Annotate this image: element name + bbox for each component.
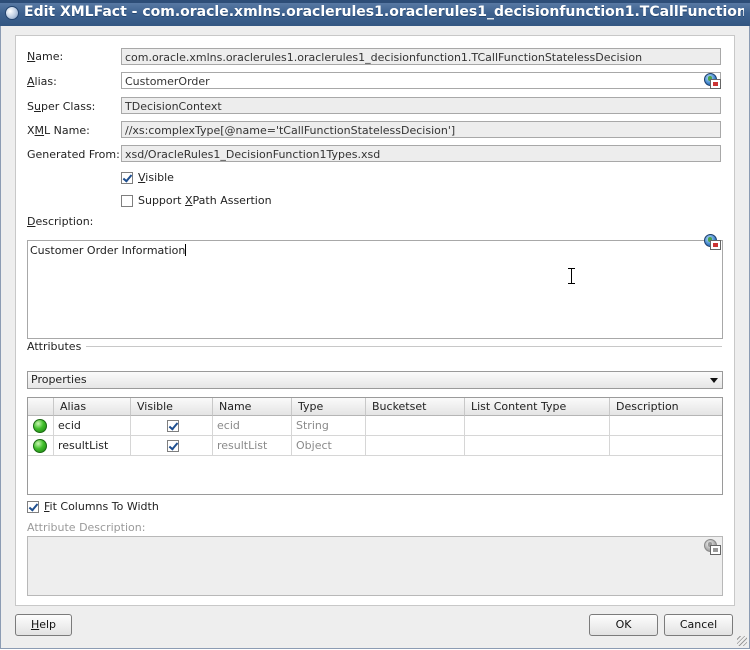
status-ok-icon <box>33 439 47 453</box>
column-header-name[interactable]: Name <box>213 398 292 416</box>
text-caret <box>185 244 187 256</box>
description-label-text: escription: <box>35 215 94 228</box>
column-header-description[interactable]: Description <box>610 398 722 416</box>
description-translate-icon[interactable] <box>704 234 721 250</box>
xpath-label[interactable]: Support XPath Assertion <box>138 194 272 207</box>
attribute-description-label: Attribute Description: <box>27 521 146 534</box>
chevron-down-icon[interactable] <box>710 378 718 383</box>
table-cell-description[interactable] <box>610 436 722 456</box>
table-cell-bucketset[interactable] <box>366 436 465 456</box>
xpath-checkbox[interactable] <box>121 195 133 207</box>
table-cell-visible <box>131 416 213 436</box>
table-cell-bucketset[interactable] <box>366 416 465 436</box>
column-header-visible[interactable]: Visible <box>131 398 213 416</box>
xml-name-field[interactable]: //xs:complexType[@name='tCallFunctionSta… <box>121 121 721 138</box>
resize-grip-icon[interactable] <box>737 636 747 646</box>
fit-columns-checkbox[interactable] <box>27 501 39 513</box>
attribute-description-translate-icon <box>704 539 721 555</box>
visible-checkbox[interactable] <box>121 172 133 184</box>
super-class-label: Super Class: <box>27 100 96 113</box>
attributes-table: Alias Visible Name Type Bucketset List C… <box>27 397 723 495</box>
attribute-description-area <box>27 536 723 596</box>
table-cell-list-content-type[interactable] <box>465 436 610 456</box>
fit-columns-label-text: it Columns To Width <box>49 500 159 513</box>
alias-field[interactable]: CustomerOrder <box>121 72 721 89</box>
name-label: Name: <box>27 50 64 63</box>
column-header-list-content-type[interactable]: List Content Type <box>465 398 610 416</box>
table-cell-visible <box>131 436 213 456</box>
table-cell-type: Object <box>292 436 366 456</box>
row-visible-checkbox[interactable] <box>167 420 179 432</box>
description-text: Customer Order Information <box>30 244 186 257</box>
table-cell-alias[interactable]: ecid <box>54 416 131 436</box>
window-title: Edit XMLFact - com.oracle.xmlns.oracleru… <box>24 4 744 20</box>
table-row-status <box>28 436 54 456</box>
attributes-section-label: Attributes <box>27 340 82 353</box>
title-bar-strip <box>0 0 750 3</box>
dialog-body: Name: com.oracle.xmlns.oraclerules1.orac… <box>0 26 750 649</box>
column-header-type[interactable]: Type <box>292 398 366 416</box>
help-button[interactable]: Help <box>15 614 72 636</box>
table-cell-name: resultList <box>213 436 292 456</box>
dropdown-value: Properties <box>31 373 87 386</box>
name-label-text: ame: <box>35 50 64 63</box>
generated-from-label: Generated From: <box>27 148 120 161</box>
help-button-text: elp <box>39 618 57 631</box>
window-menu-icon[interactable] <box>5 6 19 20</box>
description-label: Description: <box>27 215 94 228</box>
status-ok-icon <box>33 419 47 433</box>
table-cell-description[interactable] <box>610 416 722 436</box>
fit-columns-label[interactable]: Fit Columns To Width <box>44 500 159 513</box>
table-cell-alias[interactable]: resultList <box>54 436 131 456</box>
ibeam-cursor-icon <box>568 268 576 284</box>
ok-button[interactable]: OK <box>589 614 658 636</box>
xml-name-label: XML Name: <box>27 124 90 137</box>
alias-label-text: lias: <box>34 75 57 88</box>
table-cell-type: String <box>292 416 366 436</box>
name-field[interactable]: com.oracle.xmlns.oraclerules1.oraclerule… <box>121 48 721 65</box>
alias-translate-icon[interactable] <box>704 73 721 89</box>
main-panel: Name: com.oracle.xmlns.oraclerules1.orac… <box>15 35 735 606</box>
column-header-bucketset[interactable]: Bucketset <box>366 398 465 416</box>
description-textarea[interactable]: Customer Order Information <box>27 240 723 339</box>
cancel-button[interactable]: Cancel <box>664 614 733 636</box>
attributes-type-dropdown[interactable]: Properties <box>27 371 723 389</box>
table-cell-name: ecid <box>213 416 292 436</box>
generated-from-field[interactable]: xsd/OracleRules1_DecisionFunction1Types.… <box>121 145 721 162</box>
column-header-alias[interactable]: Alias <box>54 398 131 416</box>
column-header-status[interactable] <box>28 398 54 416</box>
table-cell-list-content-type[interactable] <box>465 416 610 436</box>
title-bar[interactable]: Edit XMLFact - com.oracle.xmlns.oracleru… <box>0 0 750 26</box>
alias-label: Alias: <box>27 75 57 88</box>
row-visible-checkbox[interactable] <box>167 440 179 452</box>
attributes-separator <box>86 346 722 347</box>
super-class-field[interactable]: TDecisionContext <box>121 97 721 114</box>
visible-label-text: isible <box>145 171 174 184</box>
visible-label[interactable]: Visible <box>138 171 174 184</box>
table-row-status <box>28 416 54 436</box>
